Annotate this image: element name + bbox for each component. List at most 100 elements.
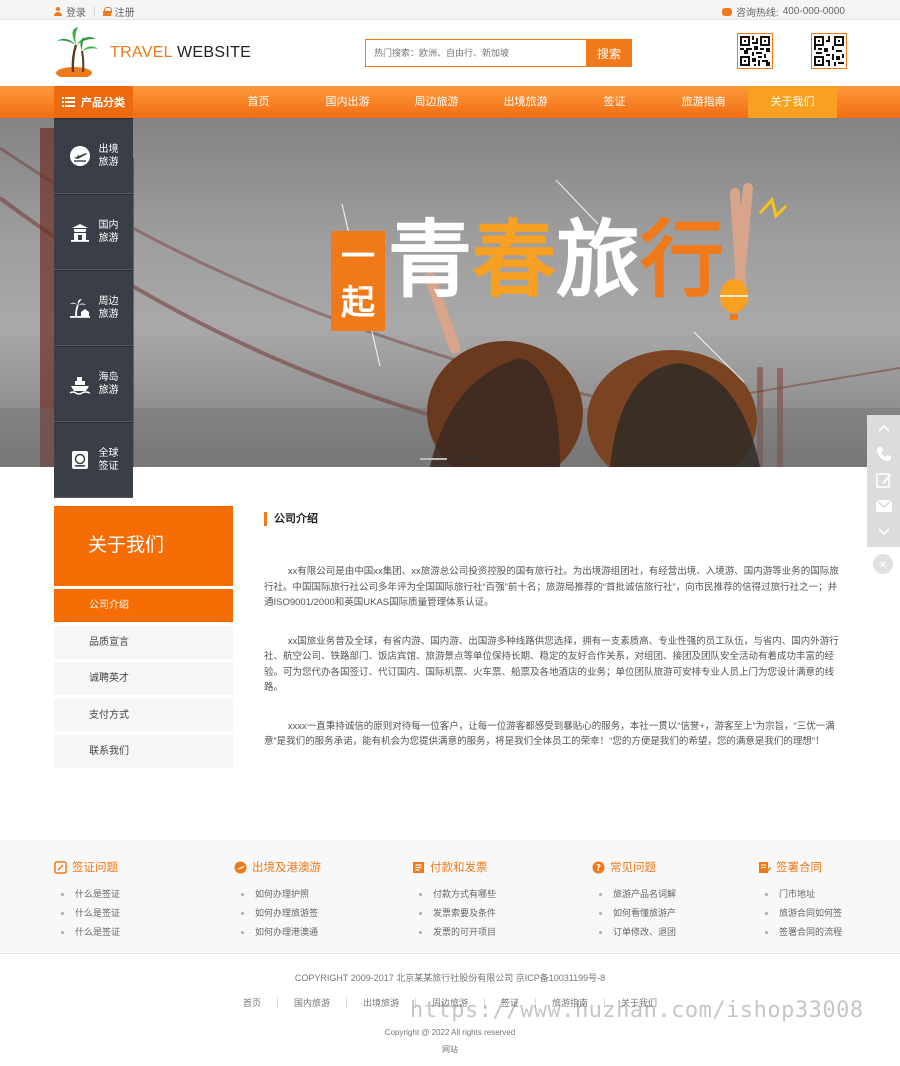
temple-icon [70, 224, 89, 242]
footer-link[interactable]: 什么是签证 [61, 885, 214, 904]
user-icon [54, 7, 62, 16]
footer-link[interactable]: 付款方式有哪些 [419, 885, 572, 904]
header: TRAVEL WEBSITE 搜索 [0, 20, 900, 86]
nav-item-guide[interactable]: 旅游指南 [659, 86, 748, 118]
content-paragraph-3: xxxx一直秉持诚信的原则对待每一位客户，让每一位游客都感受到暴贴心的服务，本社… [264, 720, 835, 748]
watermark-text: https://www.huzhan.com/ishop33008 [410, 998, 864, 1023]
footer-column-title-text: 出境及港澳游 [252, 862, 321, 874]
qr-code-icon [814, 36, 844, 66]
footer-link[interactable]: 签署合同的流程 [765, 923, 900, 942]
hero-banner[interactable]: 一起 青春旅行 [0, 118, 900, 467]
category-label: 海岛 旅游 [99, 371, 119, 397]
footer-link[interactable]: 如何办理港澳通 [241, 923, 394, 942]
chevron-down-icon [877, 528, 890, 536]
footer-column-payment: 付款和发票 付款方式有哪些 发票索要及条件 发票的可开项目 [412, 858, 572, 942]
about-menu-jobs[interactable]: 诚聘英才 [54, 662, 233, 695]
category-line-1: 国内 [98, 220, 119, 231]
footer-link[interactable]: 旅游产品名词解 [599, 885, 752, 904]
nav-item-domestic[interactable]: 国内出游 [303, 86, 392, 118]
phone-icon [721, 7, 732, 16]
footer-link[interactable]: 订单修改、退团 [599, 923, 752, 942]
logo-text-website: WEBSITE [172, 44, 252, 61]
footer-nav-domestic[interactable]: 国内旅游 [278, 998, 347, 1008]
floating-toolbar [867, 415, 900, 547]
footer-column-title: 签署合同 [758, 858, 900, 876]
about-menu-payment[interactable]: 支付方式 [54, 698, 233, 732]
search-input[interactable] [365, 39, 586, 67]
nav-item-nearby[interactable]: 周边旅游 [392, 86, 481, 118]
hotline: 咨询热线: 400-000-0000 [721, 4, 845, 19]
about-menu-contact[interactable]: 联系我们 [54, 735, 233, 768]
search-button[interactable]: 搜索 [586, 39, 632, 67]
close-floating-button[interactable]: × [873, 554, 893, 574]
footer-link[interactable]: 如何办理旅游签 [241, 904, 394, 923]
chevron-up-icon [877, 424, 890, 432]
footer-column-outbound: 出境及港澳游 如何办理护照 如何办理旅游签 如何办理港澳通 [234, 858, 394, 942]
phone-button[interactable] [867, 441, 900, 467]
category-line-1: 周边 [98, 296, 119, 307]
about-menu-company[interactable]: 公司介绍 [54, 589, 233, 622]
slogan-char-3: 旅 [556, 210, 641, 309]
footer-link[interactable]: 旅游合同如何签 [765, 904, 900, 923]
footer-nav-outbound[interactable]: 出境旅游 [347, 998, 416, 1008]
slider-dot-1[interactable] [420, 458, 447, 460]
edit-icon [875, 473, 891, 488]
content-paragraph-2: xx国旅业务普及全球，有省内游、国内游、出国游多种线路供您选择，拥有一支素质高、… [264, 635, 839, 694]
footer-link[interactable]: 发票索要及条件 [419, 904, 572, 923]
category-item-island[interactable]: 海岛 旅游 [54, 346, 133, 422]
register-link[interactable]: 注册 [115, 4, 135, 19]
copyright-line-2: Copyright @ 2022 All rights reserved [384, 1028, 516, 1037]
footer-column-visa: 签证问题 什么是签证 什么是签证 什么是签证 [54, 858, 214, 942]
visa-doc-icon [54, 860, 67, 874]
qr-code-2 [811, 33, 847, 69]
slogan-together: 一起 [341, 237, 375, 323]
content-heading: 公司介绍 [264, 512, 846, 526]
product-category-button[interactable]: 产品分类 [54, 86, 133, 118]
category-item-outbound[interactable]: 出境 旅游 [54, 118, 133, 194]
category-item-nearby[interactable]: 周边 旅游 [54, 270, 133, 346]
footer-link[interactable]: 什么是签证 [61, 904, 214, 923]
qr-code-icon [740, 36, 770, 66]
nav-item-about[interactable]: 关于我们 [748, 86, 837, 118]
top-bar: 登录 | 注册 咨询热线: 400-000-0000 [0, 0, 900, 20]
slogan-char-1: 青 [388, 210, 473, 309]
nav-item-home[interactable]: 首页 [214, 86, 303, 118]
category-line-2: 旅游 [98, 385, 119, 396]
category-label: 全球 签证 [99, 447, 119, 473]
plane-icon [69, 146, 90, 166]
footer-column-title: 出境及港澳游 [234, 858, 394, 876]
palm-icon [69, 299, 90, 318]
scroll-up-button[interactable] [867, 415, 900, 441]
footer-column-title: 付款和发票 [412, 858, 572, 876]
edit-button[interactable] [867, 467, 900, 493]
footer-link[interactable]: 发票的可开项目 [419, 923, 572, 942]
footer-column-contract: 签署合同 门市地址 旅游合同如何签 签署合同的流程 [758, 858, 900, 942]
category-line-1: 出境 [98, 144, 119, 155]
site-logo-text[interactable]: TRAVEL WEBSITE [110, 44, 251, 62]
footer-link[interactable]: 什么是签证 [61, 923, 214, 942]
about-menu-quality[interactable]: 品质宣言 [54, 625, 233, 659]
footer-link[interactable]: 门市地址 [765, 885, 900, 904]
footer-column-title-text: 常见问题 [610, 862, 656, 874]
palm-logo-icon[interactable] [54, 27, 98, 77]
category-item-domestic[interactable]: 国内 旅游 [54, 194, 133, 270]
footer-link[interactable]: 如何办理护照 [241, 885, 394, 904]
footer-link[interactable]: 如何看懂旅游产 [599, 904, 752, 923]
nav-menu: 首页 国内出游 周边旅游 出境旅游 签证 旅游指南 关于我们 [214, 86, 837, 118]
category-item-visa[interactable]: 全球 签证 [54, 422, 133, 498]
footer-column-title-text: 付款和发票 [430, 862, 488, 874]
login-link[interactable]: 登录 [66, 4, 86, 19]
scroll-down-button[interactable] [867, 519, 900, 545]
slider-dot-2[interactable] [453, 458, 480, 460]
email-button[interactable] [867, 493, 900, 519]
nav-item-outbound[interactable]: 出境旅游 [481, 86, 570, 118]
footer-links: 签证问题 什么是签证 什么是签证 什么是签证 出境及港澳游 如何办理护照 如何办… [0, 840, 900, 954]
footer-column-faq: ? 常见问题 旅游产品名词解 如何看懂旅游产 订单修改、退团 [592, 858, 752, 942]
footer-nav-home[interactable]: 首页 [227, 998, 278, 1008]
footer-column-title-text: 签署合同 [776, 862, 822, 874]
visa-icon [71, 451, 88, 469]
mail-icon [875, 499, 892, 512]
footer-column-title: 签证问题 [54, 858, 214, 876]
nav-item-visa[interactable]: 签证 [570, 86, 659, 118]
category-line-1: 海岛 [98, 372, 119, 383]
